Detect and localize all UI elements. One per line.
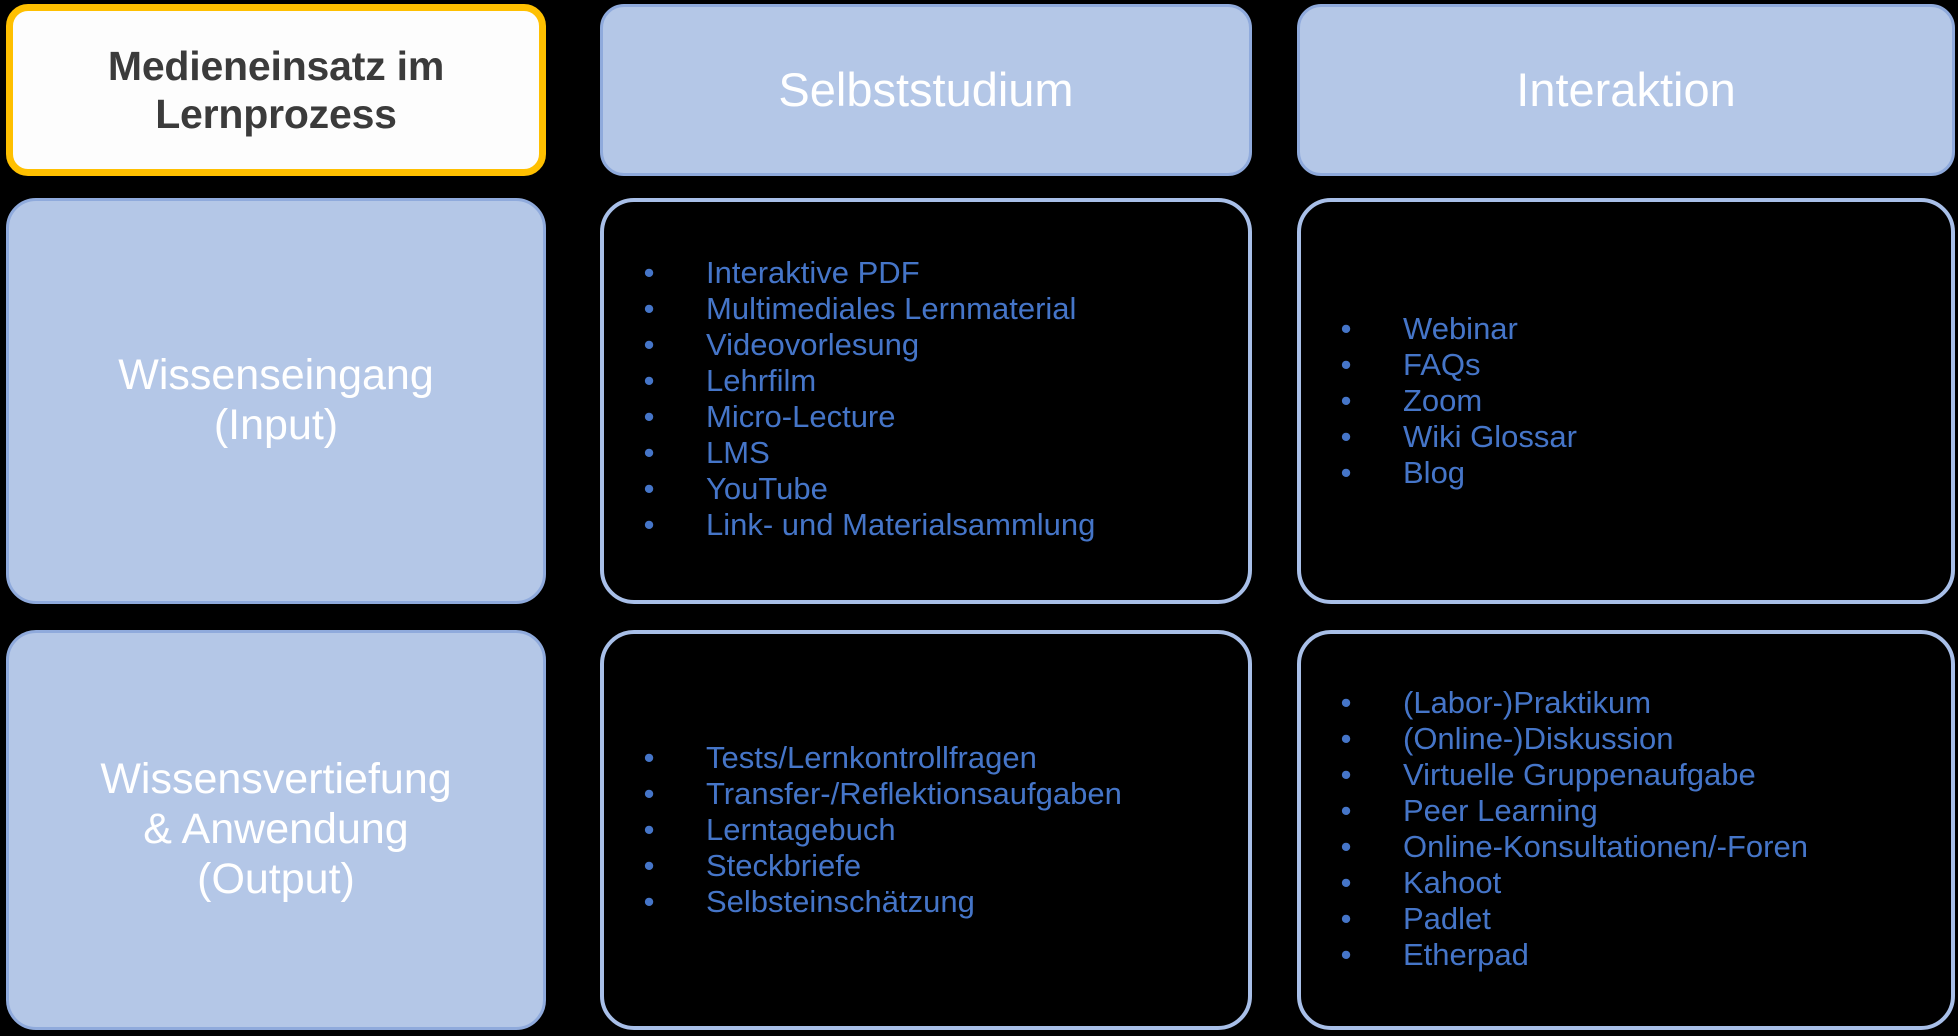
cell-input-interaktion: • Webinar • FAQs • Zoom • Wiki Glossar • Blog bbox=[1297, 198, 1955, 604]
bullet-icon: • bbox=[1340, 720, 1352, 756]
media-list-item-label: Tests/Lernkontrollfragen bbox=[706, 739, 1037, 775]
media-list-item-label: Webinar bbox=[1403, 310, 1518, 346]
bullet-icon: • bbox=[643, 435, 655, 471]
column-header-label: Selbststudium bbox=[778, 63, 1074, 117]
row-header-label: Wissensvertiefung & Anwendung (Output) bbox=[100, 755, 452, 903]
media-list-item: • YouTube bbox=[634, 471, 1232, 507]
media-matrix-diagram: Medieneinsatz im Lernprozess Selbststudi… bbox=[0, 0, 1958, 1036]
bullet-icon: • bbox=[643, 362, 655, 398]
media-list-item-label: Link- und Materialsammlung bbox=[706, 507, 1096, 543]
media-list-item-label: Videovorlesung bbox=[706, 326, 920, 362]
bullet-icon: • bbox=[643, 290, 655, 326]
media-list-item-label: Padlet bbox=[1403, 901, 1491, 937]
bullet-icon: • bbox=[643, 399, 655, 434]
media-list: • Webinar • FAQs • Zoom • Wiki Glossar • Blog bbox=[1301, 311, 1951, 491]
media-list-item-label: LMS bbox=[706, 435, 770, 471]
bullet-icon: • bbox=[1340, 684, 1352, 720]
media-list-item-label: Multimediales Lernmaterial bbox=[706, 290, 1077, 326]
media-list-item: • Kahoot bbox=[1331, 865, 1935, 901]
media-list-item-label: FAQs bbox=[1403, 346, 1481, 382]
bullet-icon: • bbox=[1340, 901, 1352, 937]
media-list-item-label: YouTube bbox=[706, 471, 828, 507]
bullet-icon: • bbox=[643, 471, 655, 507]
media-list-item: • (Labor-)Praktikum bbox=[1331, 685, 1935, 721]
media-list: • (Labor-)Praktikum • (Online-)Diskussion • V… bbox=[1301, 685, 1951, 973]
media-list-item-label: Micro-Lecture bbox=[706, 399, 896, 434]
bullet-icon: • bbox=[643, 507, 655, 543]
media-list-item: • Transfer-/Reflektionsaufgaben bbox=[634, 776, 1232, 812]
bullet-icon: • bbox=[1340, 756, 1352, 792]
bullet-icon: • bbox=[643, 848, 655, 884]
media-list-item: • Etherpad bbox=[1331, 937, 1935, 973]
media-list-item-label: Etherpad bbox=[1403, 937, 1529, 973]
row-header-label: Wissenseingang (Input) bbox=[118, 351, 434, 449]
media-list-item-label: Selbsteinschätzung bbox=[706, 884, 975, 920]
media-list-item: • Videovorlesung bbox=[634, 327, 1232, 363]
row-header-wissenseingang: Wissenseingang (Input) bbox=[6, 198, 546, 604]
bullet-icon: • bbox=[1340, 346, 1352, 382]
diagram-title-text: Medieneinsatz im Lernprozess bbox=[107, 42, 445, 137]
media-list-item-label: Lerntagebuch bbox=[706, 811, 896, 847]
media-list-item-label: Lehrfilm bbox=[706, 362, 817, 398]
cell-input-selbststudium: • Interaktive PDF • Multimediales Lernmater… bbox=[600, 198, 1252, 604]
media-list-item-label: Kahoot bbox=[1403, 865, 1502, 901]
row-header-wissensvertiefung: Wissensvertiefung & Anwendung (Output) bbox=[6, 630, 546, 1030]
cell-output-interaktion: • (Labor-)Praktikum • (Online-)Diskussion • V… bbox=[1297, 630, 1955, 1030]
media-list-item-label: Online-Konsultationen/-Foren bbox=[1403, 829, 1808, 864]
media-list-item-label: Virtuelle Gruppenaufgabe bbox=[1403, 756, 1756, 792]
media-list-item: • Online-Konsultationen/-Foren bbox=[1331, 829, 1935, 865]
column-header-label: Interaktion bbox=[1516, 63, 1736, 117]
bullet-icon: • bbox=[1340, 937, 1352, 973]
media-list-item: • Blog bbox=[1331, 455, 1935, 491]
media-list-item: • Micro-Lecture bbox=[634, 399, 1232, 435]
media-list: • Tests/Lernkontrollfragen • Transfer-/Refl… bbox=[604, 740, 1248, 920]
media-list-item-label: Wiki Glossar bbox=[1403, 419, 1577, 455]
bullet-icon: • bbox=[1340, 865, 1352, 901]
media-list-item-label: (Online-)Diskussion bbox=[1403, 720, 1674, 756]
media-list-item: • Interaktive PDF bbox=[634, 255, 1232, 291]
media-list: • Interaktive PDF • Multimediales Lernmater… bbox=[604, 255, 1248, 543]
bullet-icon: • bbox=[643, 775, 655, 811]
media-list-item: • Padlet bbox=[1331, 901, 1935, 937]
bullet-icon: • bbox=[1340, 419, 1352, 455]
media-list-item: • FAQs bbox=[1331, 347, 1935, 383]
cell-output-selbststudium: • Tests/Lernkontrollfragen • Transfer-/Refl… bbox=[600, 630, 1252, 1030]
media-list-item: • Webinar bbox=[1331, 311, 1935, 347]
media-list-item-label: (Labor-)Praktikum bbox=[1403, 684, 1652, 720]
bullet-icon: • bbox=[643, 254, 655, 290]
media-list-item-label: Interaktive PDF bbox=[706, 254, 920, 290]
media-list-item: • Wiki Glossar bbox=[1331, 419, 1935, 455]
media-list-item: • Virtuelle Gruppenaufgabe bbox=[1331, 757, 1935, 793]
media-list-item: • Peer Learning bbox=[1331, 793, 1935, 829]
bullet-icon: • bbox=[1340, 310, 1352, 346]
bullet-icon: • bbox=[1340, 792, 1352, 828]
media-list-item-label: Blog bbox=[1403, 455, 1466, 491]
media-list-item-label: Zoom bbox=[1403, 382, 1483, 418]
media-list-item: • (Online-)Diskussion bbox=[1331, 721, 1935, 757]
diagram-title-card: Medieneinsatz im Lernprozess bbox=[6, 4, 546, 176]
media-list-item: • Link- und Materialsammlung bbox=[634, 507, 1232, 543]
media-list-item: • Steckbriefe bbox=[634, 848, 1232, 884]
bullet-icon: • bbox=[1340, 382, 1352, 418]
media-list-item: • Multimediales Lernmaterial bbox=[634, 291, 1232, 327]
media-list-item: • Lehrfilm bbox=[634, 363, 1232, 399]
bullet-icon: • bbox=[1340, 829, 1352, 864]
column-header-selbststudium: Selbststudium bbox=[600, 4, 1252, 176]
bullet-icon: • bbox=[643, 884, 655, 920]
media-list-item: • Zoom bbox=[1331, 383, 1935, 419]
bullet-icon: • bbox=[643, 811, 655, 847]
column-header-interaktion: Interaktion bbox=[1297, 4, 1955, 176]
bullet-icon: • bbox=[1340, 455, 1352, 491]
media-list-item-label: Transfer-/Reflektionsaufgaben bbox=[706, 775, 1122, 811]
media-list-item-label: Steckbriefe bbox=[706, 848, 862, 884]
media-list-item: • Tests/Lernkontrollfragen bbox=[634, 740, 1232, 776]
bullet-icon: • bbox=[643, 326, 655, 362]
media-list-item: • Selbsteinschätzung bbox=[634, 884, 1232, 920]
media-list-item: • Lerntagebuch bbox=[634, 812, 1232, 848]
media-list-item: • LMS bbox=[634, 435, 1232, 471]
media-list-item-label: Peer Learning bbox=[1403, 792, 1598, 828]
bullet-icon: • bbox=[643, 739, 655, 775]
